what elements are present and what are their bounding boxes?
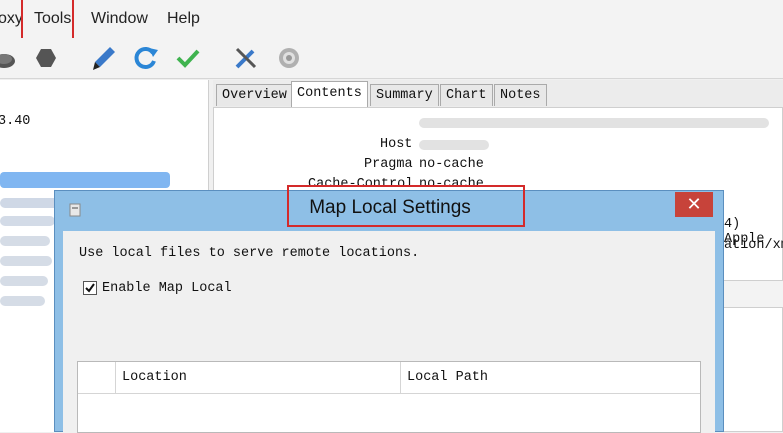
header-host-key: Host: [380, 137, 413, 152]
redacted-row: [0, 198, 60, 208]
header-fragment: ation/xm: [724, 238, 783, 253]
enable-map-local-label[interactable]: Enable Map Local: [102, 281, 232, 296]
mappings-table[interactable]: Location Local Path: [77, 361, 701, 433]
column-local-path[interactable]: Local Path: [401, 362, 700, 394]
redacted-row: [0, 236, 50, 246]
dialog-description: Use local files to serve remote location…: [79, 246, 420, 261]
refresh-icon[interactable]: [132, 44, 160, 72]
enable-map-local-checkbox[interactable]: [83, 281, 97, 295]
redacted-host-value: [419, 140, 489, 150]
redacted-request-line: [419, 118, 769, 128]
header-pragma-key: Pragma: [364, 157, 413, 172]
tab-chart[interactable]: Chart: [440, 84, 493, 106]
header-pragma-value: no-cache: [419, 157, 484, 172]
left-pane-text: 3.40: [0, 114, 31, 129]
dialog-body: Use local files to serve remote location…: [63, 231, 715, 433]
turtle-icon[interactable]: [0, 44, 18, 72]
menu-help[interactable]: Help: [167, 10, 200, 28]
column-location[interactable]: Location: [116, 362, 401, 394]
table-corner: [78, 362, 116, 394]
tab-notes[interactable]: Notes: [494, 84, 547, 106]
menu-window[interactable]: Window: [91, 10, 148, 28]
toolbar: [0, 38, 783, 79]
gear-icon[interactable]: [275, 44, 303, 72]
stop-hexagon-icon[interactable]: [32, 44, 60, 72]
check-icon[interactable]: [174, 44, 202, 72]
tab-overview[interactable]: Overview: [216, 84, 293, 106]
map-local-dialog: Map Local Settings ✕ Use local files to …: [54, 185, 724, 433]
menu-bar: oxy Tools Window Help: [0, 0, 783, 45]
redacted-row: [0, 216, 55, 226]
pen-icon[interactable]: [90, 44, 118, 72]
tab-contents[interactable]: Contents: [291, 81, 368, 107]
subtab-strip: [724, 280, 783, 308]
menu-proxy[interactable]: oxy: [0, 10, 23, 28]
tab-summary[interactable]: Summary: [370, 84, 439, 106]
tools-icon[interactable]: [232, 44, 260, 72]
title-highlight-box: [287, 185, 525, 227]
redacted-row: [0, 276, 48, 286]
redacted-row: [0, 256, 52, 266]
tab-bar: Overview Contents Summary Chart Notes: [213, 80, 783, 107]
redacted-row: [0, 296, 45, 306]
checkmark-icon: [85, 283, 95, 293]
close-button[interactable]: ✕: [675, 192, 713, 217]
selected-row[interactable]: [0, 172, 170, 188]
